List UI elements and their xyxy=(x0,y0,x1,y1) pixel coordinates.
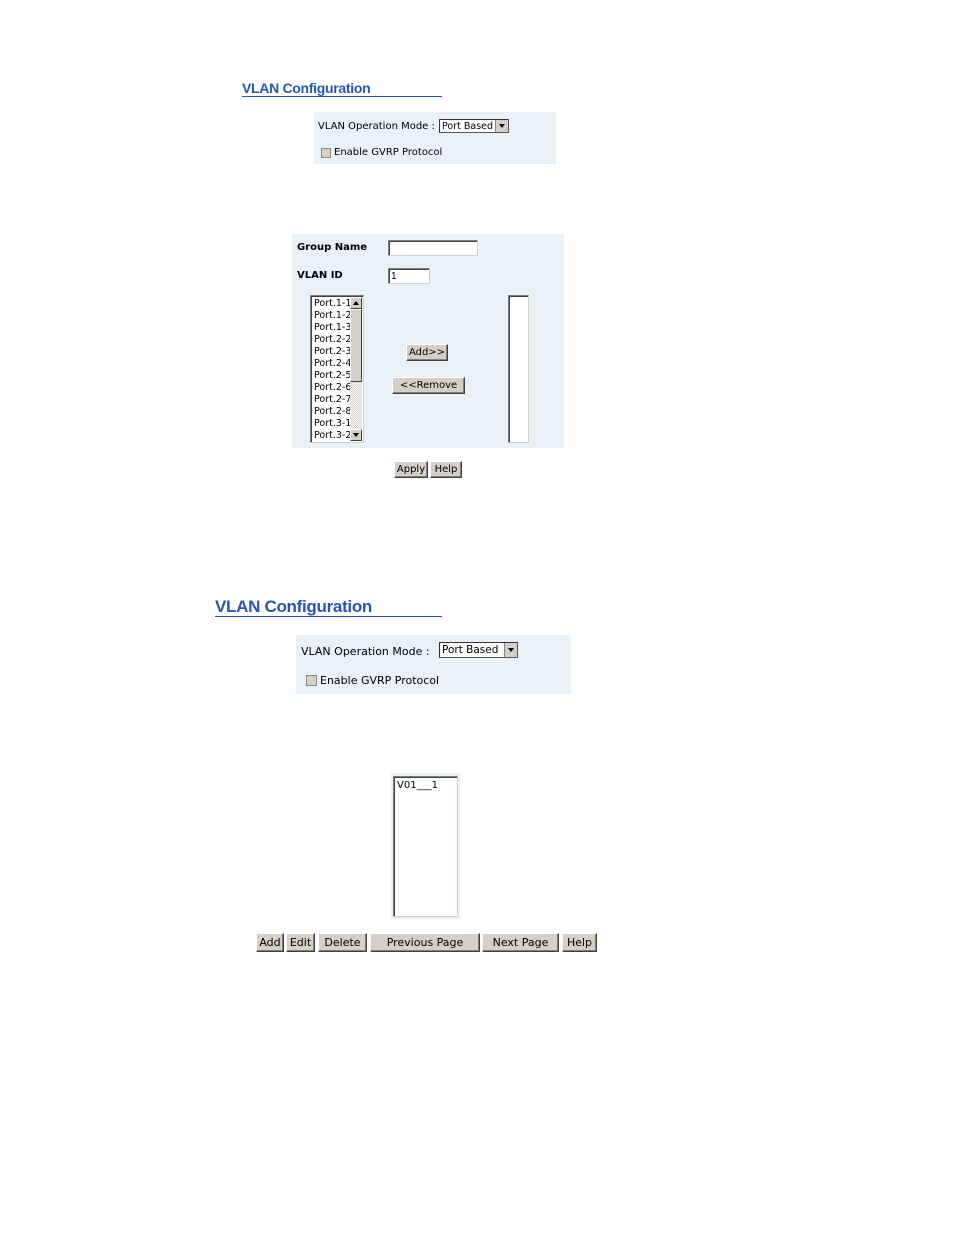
chevron-down-icon[interactable] xyxy=(504,643,517,657)
port-list-item[interactable]: Port.2-6 xyxy=(311,382,351,394)
vlan-operation-mode-label: VLAN Operation Mode : xyxy=(318,121,435,132)
page-title-text: VLAN Configuration xyxy=(215,597,373,616)
gvrp-checkbox[interactable] xyxy=(321,148,331,161)
port-list-item[interactable]: Port.1-2 xyxy=(311,310,351,322)
previous-page-button[interactable]: Previous Page xyxy=(370,933,480,952)
group-name-input[interactable] xyxy=(388,240,478,256)
available-ports-list[interactable]: Port.1-1 Port.1-2 Port.1-3 Port.2-2 Port.2-3… xyxy=(310,295,364,443)
port-list-item[interactable]: Port.2-7 xyxy=(311,394,351,406)
add-port-button[interactable]: Add>> xyxy=(406,344,448,361)
vlan-operation-mode-label: VLAN Operation Mode : xyxy=(301,645,430,658)
remove-port-button[interactable]: <<Remove xyxy=(392,377,465,394)
vlan-list-item[interactable]: V01___1 xyxy=(394,780,457,792)
scroll-up-icon[interactable] xyxy=(350,297,362,309)
port-list-item[interactable]: Port.2-3 xyxy=(311,346,351,358)
port-list-item[interactable]: Port.3-1 xyxy=(311,418,351,430)
port-list-item[interactable]: Port.2-8 xyxy=(311,406,351,418)
vlan-operation-mode-select[interactable]: Port Based xyxy=(439,119,509,133)
ports-scrollbar[interactable] xyxy=(350,297,362,441)
vlan-operation-mode-select[interactable]: Port Based xyxy=(439,642,518,658)
delete-button[interactable]: Delete xyxy=(318,933,367,952)
help-button[interactable]: Help xyxy=(562,933,597,952)
port-list-item[interactable]: Port.2-4 xyxy=(311,358,351,370)
chevron-down-icon[interactable] xyxy=(495,120,508,132)
edit-button[interactable]: Edit xyxy=(286,933,315,952)
scroll-thumb[interactable] xyxy=(350,309,362,382)
group-name-label: Group Name xyxy=(297,242,368,253)
vlan-list[interactable]: V01___1 xyxy=(393,776,458,917)
next-page-button[interactable]: Next Page xyxy=(482,933,559,952)
page-title: VLAN Configuration xyxy=(242,81,442,97)
help-button[interactable]: Help xyxy=(430,461,462,478)
vlan-operation-mode-value: Port Based xyxy=(442,644,499,656)
selected-ports-list[interactable] xyxy=(508,295,529,443)
page-title: VLAN Configuration xyxy=(215,598,442,617)
port-list-item[interactable]: Port.2-2 xyxy=(311,334,351,346)
port-list-item[interactable]: Port.1-1 xyxy=(311,298,351,310)
port-list-item[interactable]: Port.2-5 xyxy=(311,370,351,382)
gvrp-label: Enable GVRP Protocol xyxy=(320,674,440,687)
port-list-item[interactable]: Port.1-3 xyxy=(311,322,351,334)
port-list-item[interactable]: Port.3-2 xyxy=(311,430,351,442)
scroll-down-icon[interactable] xyxy=(350,429,362,441)
apply-button[interactable]: Apply xyxy=(394,461,428,478)
vlan-id-input[interactable] xyxy=(388,268,430,284)
gvrp-checkbox[interactable] xyxy=(306,675,317,689)
vlan-operation-mode-value: Port Based xyxy=(442,120,494,132)
page-title-text: VLAN Configuration xyxy=(242,80,371,96)
vlan-id-label: VLAN ID xyxy=(297,270,343,281)
add-button[interactable]: Add xyxy=(256,933,284,952)
gvrp-label: Enable GVRP Protocol xyxy=(334,147,443,158)
